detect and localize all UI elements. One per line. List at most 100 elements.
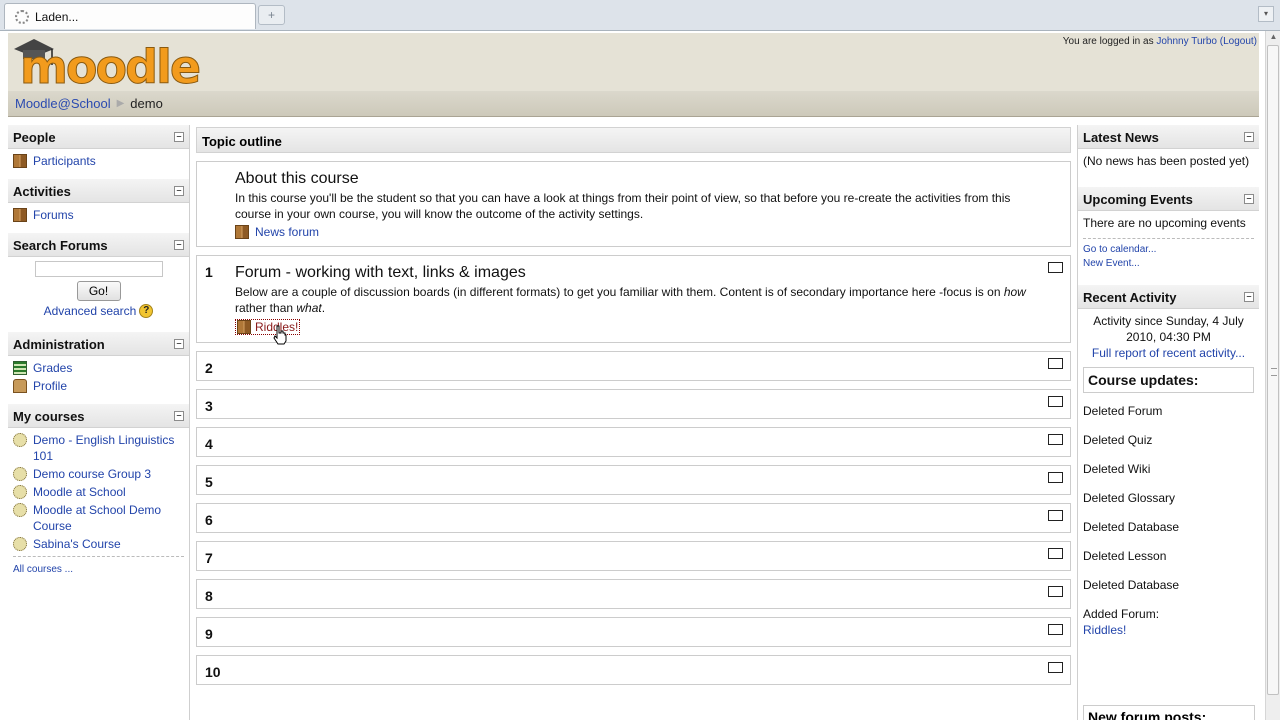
- update-item: Deleted Glossary: [1083, 491, 1176, 505]
- sidebar-item-profile[interactable]: Profile: [13, 378, 184, 394]
- collapse-icon[interactable]: –: [174, 132, 184, 142]
- scrollbar-thumb[interactable]: [1267, 45, 1279, 695]
- collapse-icon[interactable]: –: [1244, 194, 1254, 204]
- section-number: 9: [205, 626, 213, 642]
- section-about: About this course In this course you'll …: [196, 161, 1071, 247]
- highlight-toggle-icon[interactable]: [1048, 434, 1063, 445]
- course-updates-heading: Course updates:: [1083, 367, 1254, 393]
- section-10: 10: [196, 655, 1071, 685]
- update-item: Deleted Database: [1083, 578, 1180, 592]
- user-name-link[interactable]: Johnny Turbo: [1156, 36, 1217, 47]
- sidebar-item-forums[interactable]: Forums: [13, 207, 184, 223]
- recent-activity-block: Recent Activity – Activity since Sunday, …: [1078, 285, 1259, 638]
- my-courses-title: My courses: [13, 409, 85, 424]
- profile-icon: [13, 379, 27, 393]
- all-courses-link[interactable]: All courses ...: [13, 564, 73, 575]
- section-4: 4: [196, 427, 1071, 457]
- sidebar-item-grades[interactable]: Grades: [13, 360, 184, 376]
- new-forum-posts-heading: New forum posts:: [1083, 705, 1255, 720]
- breadcrumb: Moodle@School ▶ demo: [8, 91, 1259, 117]
- upcoming-events-title: Upcoming Events: [1083, 192, 1193, 207]
- course-item[interactable]: Demo - English Linguistics 101: [13, 432, 184, 464]
- section-3: 3: [196, 389, 1071, 419]
- collapse-icon[interactable]: –: [174, 240, 184, 250]
- collapse-icon[interactable]: –: [1244, 292, 1254, 302]
- highlight-toggle-icon[interactable]: [1048, 510, 1063, 521]
- section-number: 4: [205, 436, 213, 452]
- forum-icon: [237, 320, 251, 334]
- highlight-toggle-icon[interactable]: [1048, 262, 1063, 273]
- browser-tab[interactable]: Laden...: [4, 3, 256, 29]
- update-item: Deleted Forum: [1083, 404, 1163, 418]
- course-label: Demo course Group 3: [33, 467, 152, 481]
- update-item: Deleted Database: [1083, 520, 1180, 534]
- breadcrumb-home[interactable]: Moodle@School: [15, 96, 111, 111]
- latest-news-text: (No news has been posted yet): [1083, 154, 1250, 168]
- sidebar-item-participants[interactable]: Participants: [13, 153, 184, 169]
- highlight-toggle-icon[interactable]: [1048, 662, 1063, 673]
- highlight-toggle-icon[interactable]: [1048, 358, 1063, 369]
- riddles-activity[interactable]: Riddles!: [235, 319, 1030, 335]
- help-icon[interactable]: ?: [139, 304, 154, 318]
- section-number: 8: [205, 588, 213, 604]
- course-icon: [13, 433, 27, 447]
- section-number: 1: [205, 264, 213, 280]
- news-forum-activity[interactable]: News forum: [235, 225, 1030, 239]
- search-input[interactable]: [34, 261, 163, 277]
- scroll-up-icon[interactable]: ▲: [1268, 32, 1279, 43]
- tab-list-dropdown-icon[interactable]: ▾: [1258, 6, 1274, 22]
- section-8: 8: [196, 579, 1071, 609]
- full-report-link[interactable]: Full report of recent activity...: [1083, 345, 1254, 361]
- course-item[interactable]: Sabina's Course: [13, 536, 184, 552]
- course-updates-list: Deleted Forum Deleted Quiz Deleted Wiki …: [1078, 393, 1259, 638]
- topic-outline-title: Topic outline: [196, 127, 1071, 153]
- section-number: 7: [205, 550, 213, 566]
- divider: [13, 556, 184, 557]
- left-column: People – Participants Activities – Forums …: [8, 125, 190, 720]
- highlight-toggle-icon[interactable]: [1048, 472, 1063, 483]
- course-item[interactable]: Moodle at School Demo Course: [13, 502, 184, 534]
- section-7: 7: [196, 541, 1071, 571]
- administration-title: Administration: [13, 337, 105, 352]
- course-icon: [13, 485, 27, 499]
- about-summary: In this course you'll be the student so …: [235, 191, 1011, 221]
- highlight-toggle-icon[interactable]: [1048, 586, 1063, 597]
- loading-spinner-icon: [15, 9, 29, 24]
- update-item: Deleted Wiki: [1083, 462, 1151, 476]
- my-courses-block: My courses – Demo - English Linguistics 1…: [8, 404, 189, 575]
- section-6: 6: [196, 503, 1071, 533]
- collapse-icon[interactable]: –: [1244, 132, 1254, 142]
- added-forum-link[interactable]: Riddles!: [1083, 622, 1254, 638]
- added-forum-label: Added Forum:: [1083, 607, 1160, 621]
- activities-block: Activities – Forums: [8, 179, 189, 223]
- activity-since-text: Activity since Sunday, 4 July 2010, 04:3…: [1093, 314, 1244, 344]
- participants-label: Participants: [33, 154, 96, 168]
- latest-news-title: Latest News: [1083, 130, 1159, 145]
- course-icon: [13, 467, 27, 481]
- login-prefix: You are logged in as: [1062, 36, 1154, 47]
- highlight-toggle-icon[interactable]: [1048, 548, 1063, 559]
- course-label: Moodle at School: [33, 485, 126, 499]
- go-to-calendar-link[interactable]: Go to calendar...: [1083, 243, 1254, 257]
- course-item[interactable]: Moodle at School: [13, 484, 184, 500]
- vertical-scrollbar[interactable]: ▲: [1265, 31, 1280, 720]
- administration-block: Administration – Grades Profile: [8, 332, 189, 394]
- course-content: Topic outline About this course In this …: [196, 127, 1071, 685]
- recent-activity-title: Recent Activity: [1083, 290, 1177, 305]
- collapse-icon[interactable]: –: [174, 339, 184, 349]
- highlight-toggle-icon[interactable]: [1048, 624, 1063, 635]
- news-forum-link[interactable]: News forum: [255, 225, 319, 239]
- course-item[interactable]: Demo course Group 3: [13, 466, 184, 482]
- collapse-icon[interactable]: –: [174, 186, 184, 196]
- section-9: 9: [196, 617, 1071, 647]
- new-tab-button[interactable]: +: [258, 5, 285, 25]
- collapse-icon[interactable]: –: [174, 411, 184, 421]
- forum-icon: [235, 225, 249, 239]
- advanced-search-link[interactable]: Advanced search: [44, 304, 137, 318]
- search-forums-title: Search Forums: [13, 238, 108, 253]
- new-event-link[interactable]: New Event...: [1083, 257, 1254, 271]
- logout-link[interactable]: (Logout): [1220, 36, 1257, 47]
- go-button[interactable]: Go!: [76, 281, 121, 301]
- highlight-toggle-icon[interactable]: [1048, 396, 1063, 407]
- moodle-logo[interactable]: moodle: [12, 35, 212, 91]
